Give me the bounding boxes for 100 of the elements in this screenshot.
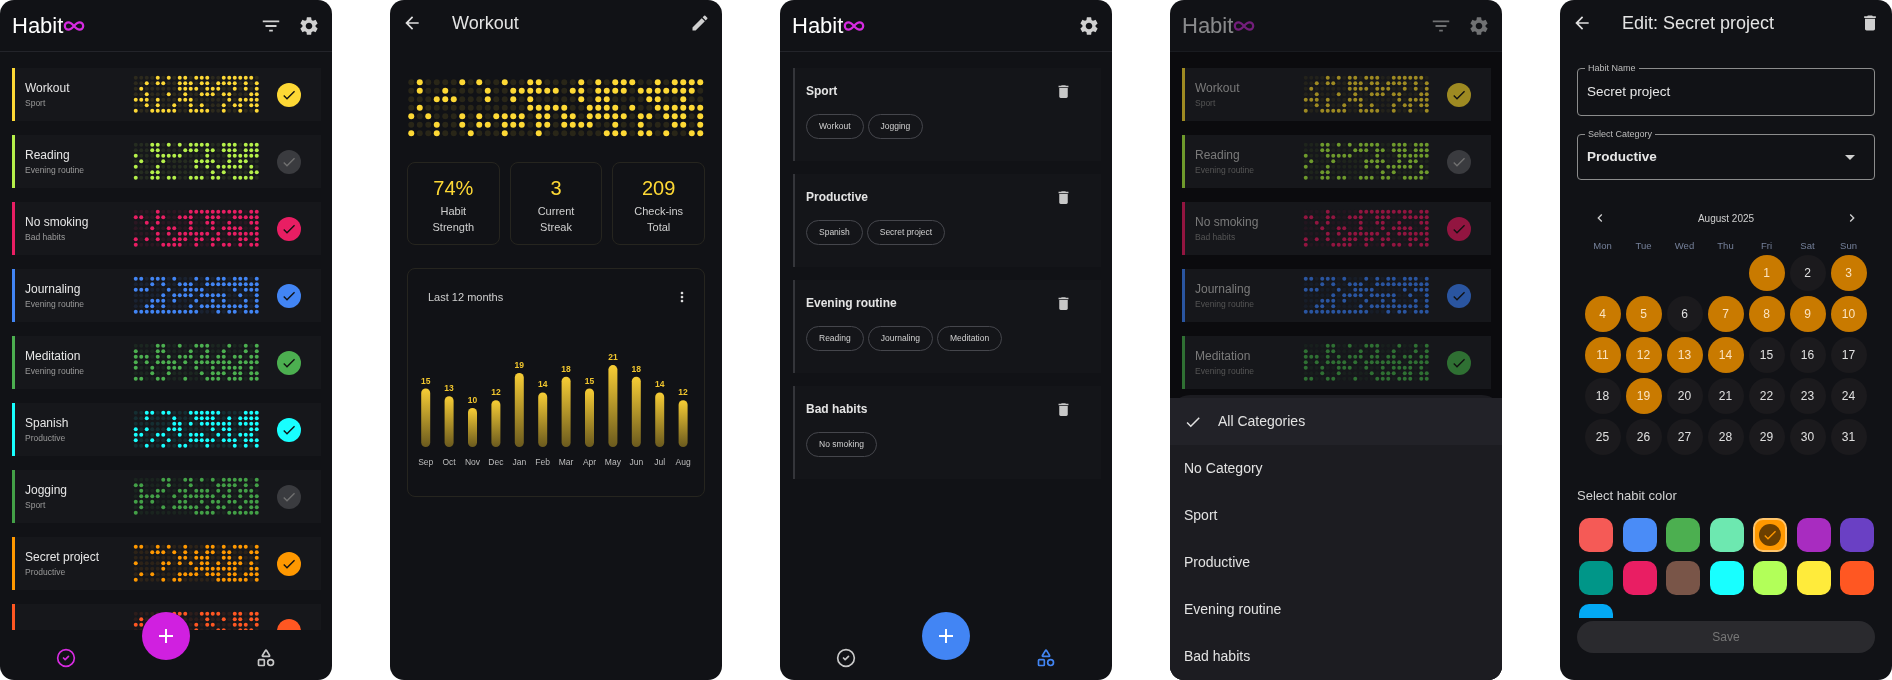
habit-card[interactable]: Journaling Evening routine (12, 269, 321, 322)
check-button[interactable] (1446, 149, 1471, 174)
color-swatch[interactable] (1796, 518, 1831, 552)
calendar-day[interactable]: 15 (1748, 337, 1785, 373)
chart-bar (444, 396, 454, 447)
bar-value-label: 14 (537, 379, 548, 390)
calendar-day[interactable]: 21 (1707, 378, 1744, 414)
chart-bar (468, 408, 477, 447)
calendar-day[interactable]: 20 (1666, 378, 1703, 414)
check-button[interactable] (276, 417, 301, 442)
check-button[interactable] (1446, 350, 1471, 375)
color-swatch[interactable] (1622, 561, 1657, 595)
month-label: Nov (464, 457, 481, 467)
calendar-day[interactable]: 25 (1584, 419, 1621, 455)
bar-value-label: 15 (584, 375, 595, 386)
app-logo-text: Habit (12, 14, 64, 37)
chart-bar (585, 388, 594, 447)
stat-label: Check-ins Total (633, 203, 685, 235)
habit-category: Evening routine (25, 164, 86, 177)
selected-check-icon (1759, 524, 1781, 546)
month-label: Apr (582, 457, 597, 467)
check-button[interactable] (276, 149, 301, 174)
color-swatch[interactable] (1579, 561, 1613, 595)
stat-value: 209 (642, 175, 676, 201)
weekday-label: Thu (1716, 240, 1735, 252)
check-button[interactable] (1446, 283, 1471, 308)
chart-bar (678, 400, 688, 447)
check-button[interactable] (276, 484, 301, 509)
add-button[interactable] (142, 612, 190, 660)
habit-card[interactable]: No smoking Bad habits (12, 202, 321, 255)
chart-bar (421, 388, 431, 447)
check-button[interactable] (276, 283, 301, 308)
edit-icon[interactable] (690, 13, 710, 33)
bar-value-label: 15 (420, 375, 431, 386)
calendar-day[interactable]: 6 (1666, 296, 1703, 332)
habit-name: Workout (1195, 80, 1241, 98)
category-name: Bad habits (806, 401, 868, 418)
nav-tab[interactable] (834, 646, 858, 670)
bar-value-label: 19 (514, 359, 525, 370)
check-button[interactable] (276, 551, 301, 576)
color-swatch[interactable] (1840, 561, 1874, 595)
shapes-icon (256, 648, 276, 668)
calendar-day[interactable]: 2 (1789, 255, 1826, 291)
check-button[interactable] (276, 216, 301, 241)
calendar-day[interactable]: 27 (1666, 419, 1703, 455)
color-swatch[interactable] (1666, 518, 1700, 552)
habit-card[interactable]: Secret project Productive (12, 537, 321, 590)
color-swatch[interactable] (1709, 518, 1744, 552)
chart-bar (655, 392, 665, 447)
habit-card[interactable]: Reading Evening routine (12, 135, 321, 188)
calendar-day[interactable]: 18 (1584, 378, 1621, 414)
color-swatch[interactable] (1840, 518, 1874, 552)
color-swatch[interactable] (1753, 518, 1787, 552)
nav-tab[interactable] (54, 646, 78, 670)
settings-icon[interactable] (1078, 14, 1100, 37)
weekday-label: Tue (1634, 240, 1653, 252)
month-label: Sep (418, 457, 434, 467)
check-button[interactable] (276, 350, 301, 375)
check-button[interactable] (1446, 216, 1471, 241)
habit-name: Reading (25, 147, 71, 165)
habit-card[interactable]: Workout Sport (12, 68, 321, 121)
month-label: Jul (654, 457, 666, 467)
habit-name: Reading (1195, 147, 1241, 165)
habit-category: Bad habits (25, 231, 67, 244)
color-swatch[interactable] (1579, 518, 1613, 552)
color-swatch[interactable] (1709, 561, 1744, 595)
settings-icon[interactable] (298, 14, 320, 37)
habit-card[interactable]: Meditation Evening routine (12, 336, 321, 389)
calendar-day[interactable]: 30 (1789, 419, 1826, 455)
month-label: Oct (442, 457, 456, 467)
calendar-day[interactable]: 28 (1707, 419, 1744, 455)
filter-option[interactable]: All Categories (1170, 398, 1502, 445)
habit-name: Workout (25, 80, 71, 98)
check-button[interactable] (276, 82, 301, 107)
calendar-day[interactable]: 31 (1830, 419, 1867, 455)
weekday-label: Wed (1673, 240, 1696, 252)
calendar-day[interactable]: 17 (1830, 337, 1867, 373)
calendar-day[interactable]: 29 (1748, 419, 1785, 455)
habit-card[interactable]: Spanish Productive (12, 403, 321, 456)
habit-name: Secret project (25, 549, 101, 567)
bar-value-label: 18 (631, 363, 642, 374)
habit-name: Meditation (1195, 348, 1252, 366)
add-button[interactable] (922, 612, 970, 660)
calendar-day[interactable]: 22 (1748, 378, 1785, 414)
month-label: Dec (488, 457, 504, 467)
calendar-day[interactable]: 23 (1789, 378, 1826, 414)
weekday-label: Mon (1592, 240, 1613, 252)
weekday-label: Sat (1799, 240, 1816, 252)
calendar-day[interactable]: 26 (1625, 419, 1662, 455)
color-swatch[interactable] (1796, 561, 1831, 595)
habit-name: No smoking (1195, 214, 1260, 232)
dropdown-caret-icon (1845, 154, 1855, 160)
color-swatch[interactable] (1753, 561, 1787, 595)
check-button[interactable] (1446, 82, 1471, 107)
color-swatch[interactable] (1622, 518, 1657, 552)
bar-value-label: 14 (654, 379, 665, 390)
calendar-day[interactable]: 24 (1830, 378, 1867, 414)
calendar-day[interactable]: 16 (1789, 337, 1826, 373)
color-swatch[interactable] (1666, 561, 1700, 595)
habit-card[interactable]: Jogging Sport (12, 470, 321, 523)
